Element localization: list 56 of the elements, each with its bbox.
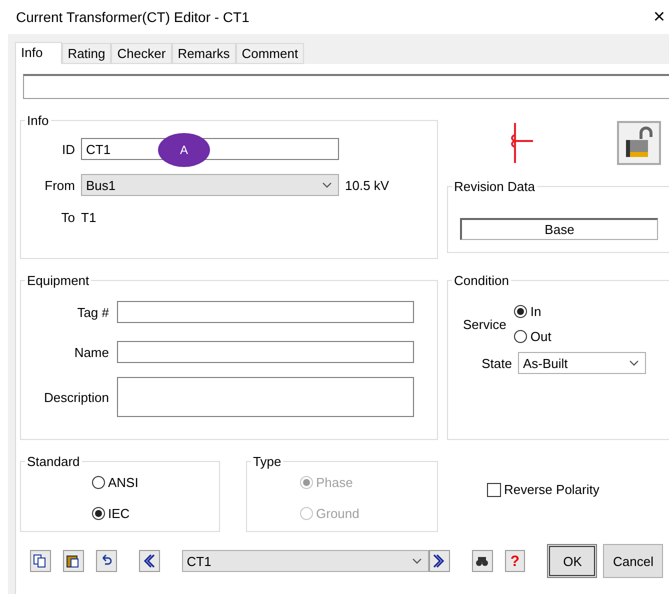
help-button[interactable]: ? <box>504 550 526 572</box>
lock-button[interactable] <box>617 121 661 165</box>
group-title: Equipment <box>26 273 90 288</box>
element-dropdown[interactable]: CT1 <box>182 550 429 572</box>
tab[interactable]: Checker <box>111 43 172 64</box>
ok-button[interactable]: OK <box>547 544 598 578</box>
tab[interactable]: Comment <box>236 43 304 64</box>
field-label: Description <box>42 390 109 404</box>
group-title: Type <box>252 454 282 469</box>
chevron-down-icon <box>629 360 639 366</box>
radio-option[interactable]: In <box>514 304 542 319</box>
field-label: Service <box>463 316 506 332</box>
clipboard-icon <box>66 554 80 568</box>
undo-button[interactable] <box>96 550 117 572</box>
group-title: Condition <box>453 273 510 288</box>
cancel-button[interactable]: Cancel <box>603 544 663 578</box>
next-button[interactable] <box>428 550 450 572</box>
tab[interactable]: Info <box>15 42 62 64</box>
unlocked-padlock-icon <box>624 126 654 160</box>
field-label: To <box>60 210 75 225</box>
group-title: Standard <box>26 454 81 469</box>
field-label: ID <box>61 142 75 156</box>
chevron-down-icon <box>412 558 422 564</box>
window-title: Current Transformer(CT) Editor - CT1 <box>16 9 250 25</box>
field-label: From <box>44 178 75 192</box>
from-dropdown[interactable]: Bus1 <box>81 174 339 196</box>
voltage-text: 10.5 kV <box>345 178 390 192</box>
radio-option[interactable]: IEC <box>92 506 130 521</box>
revision-field: Base <box>460 218 658 240</box>
radio-option[interactable]: ANSI <box>92 475 138 490</box>
field-label: State <box>480 356 512 370</box>
annotation-badge: A <box>158 133 210 167</box>
input-field[interactable] <box>23 74 669 99</box>
tab[interactable]: Rating <box>62 43 112 64</box>
input-field[interactable] <box>117 301 414 323</box>
copy-button[interactable] <box>30 550 51 572</box>
chevron-left-icon <box>142 554 156 568</box>
chevron-right-icon <box>432 554 446 568</box>
input-field[interactable] <box>117 341 414 363</box>
find-button[interactable] <box>472 550 493 572</box>
group-title: Revision Data <box>453 179 536 194</box>
reverse-polarity-checkbox[interactable]: Reverse Polarity <box>487 482 600 497</box>
radio-option[interactable]: Out <box>514 329 552 344</box>
chevron-down-icon <box>322 182 332 188</box>
field-label: Name <box>73 344 109 360</box>
tab[interactable]: Remarks <box>172 43 236 64</box>
close-button[interactable]: × <box>653 6 665 28</box>
to-value: T1 <box>81 210 96 225</box>
paste-button[interactable] <box>62 550 84 572</box>
group-title: Info <box>26 113 50 128</box>
state-dropdown[interactable]: As-Built <box>518 352 646 374</box>
copy-icon <box>33 554 48 568</box>
binoculars-icon <box>475 554 490 568</box>
text-area[interactable] <box>117 377 414 417</box>
field-label: Tag # <box>76 304 109 320</box>
previous-button[interactable] <box>138 550 160 572</box>
